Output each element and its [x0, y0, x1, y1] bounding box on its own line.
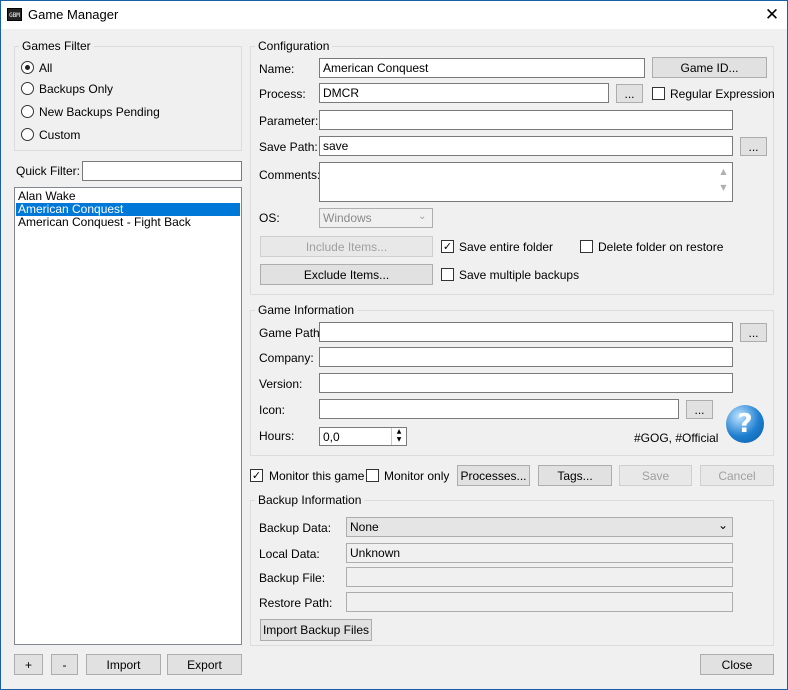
quick-filter-label: Quick Filter: [16, 164, 81, 178]
monitor-only-label[interactable]: Monitor only [384, 469, 449, 483]
game-path-browse-button[interactable]: ... [740, 323, 767, 342]
title-bar: GBM Game Manager ✕ [1, 1, 787, 29]
icon-input[interactable] [319, 399, 679, 419]
save-entire-folder-checkbox[interactable]: ✓ [441, 240, 454, 253]
filter-custom-radio[interactable] [21, 128, 34, 141]
configuration-legend: Configuration [255, 39, 333, 53]
local-data-field: Unknown [346, 543, 733, 563]
add-game-button[interactable]: + [14, 654, 43, 675]
backup-data-value: None [350, 520, 379, 534]
filter-all-label[interactable]: All [39, 61, 52, 75]
comments-label: Comments: [259, 168, 321, 182]
filter-new-backups-label[interactable]: New Backups Pending [39, 105, 160, 119]
backup-data-select[interactable]: None [346, 517, 733, 537]
chevron-down-icon: ⌄ [718, 518, 729, 532]
tags-button[interactable]: Tags... [538, 465, 612, 486]
app-icon: GBM [7, 8, 22, 21]
import-backup-files-button[interactable]: Import Backup Files [260, 619, 372, 641]
process-label: Process: [259, 87, 306, 101]
parameter-input[interactable] [319, 110, 733, 130]
backup-data-label: Backup Data: [259, 521, 332, 535]
company-label: Company: [259, 351, 314, 365]
version-label: Version: [259, 377, 303, 391]
close-button[interactable]: Close [700, 654, 774, 675]
processes-button[interactable]: Processes... [457, 465, 530, 486]
list-item[interactable]: American Conquest - Fight Back [16, 216, 240, 229]
backup-file-field [346, 567, 733, 587]
export-button[interactable]: Export [167, 654, 242, 675]
exclude-items-button[interactable]: Exclude Items... [260, 264, 433, 285]
process-browse-button[interactable]: ... [616, 84, 643, 103]
icon-browse-button[interactable]: ... [686, 400, 713, 419]
name-input[interactable]: American Conquest [319, 58, 645, 78]
game-path-label: Game Path: [259, 326, 324, 340]
include-items-button[interactable]: Include Items... [260, 236, 433, 257]
monitor-game-checkbox[interactable]: ✓ [250, 469, 263, 482]
game-id-button[interactable]: Game ID... [652, 57, 767, 78]
cancel-button[interactable]: Cancel [700, 465, 774, 486]
filter-backups-only-radio[interactable] [21, 82, 34, 95]
icon-label: Icon: [259, 403, 286, 417]
monitor-only-checkbox[interactable] [366, 469, 379, 482]
monitor-game-label[interactable]: Monitor this game [269, 469, 364, 483]
remove-game-button[interactable]: - [51, 654, 78, 675]
game-list[interactable]: Alan Wake American Conquest American Con… [14, 187, 242, 645]
delete-folder-label[interactable]: Delete folder on restore [598, 240, 723, 254]
restore-path-label: Restore Path: [259, 596, 333, 610]
game-information-legend: Game Information [255, 303, 358, 317]
hours-spinner-arrows[interactable]: ▲ ▼ [391, 428, 406, 445]
parameter-label: Parameter: [259, 114, 319, 128]
close-icon[interactable]: ✕ [759, 4, 785, 26]
comments-scrollbar[interactable]: ▲ ▼ [716, 164, 731, 200]
save-multiple-label[interactable]: Save multiple backups [459, 268, 579, 282]
window-title: Game Manager [28, 7, 119, 22]
filter-backups-only-label[interactable]: Backups Only [39, 82, 113, 96]
save-path-input[interactable]: save [319, 136, 733, 156]
save-path-browse-button[interactable]: ... [740, 137, 767, 156]
restore-path-field [346, 592, 733, 612]
filter-all-radio[interactable] [21, 61, 34, 74]
hours-value: 0,0 [323, 430, 340, 444]
process-input[interactable]: DMCR [319, 83, 609, 103]
save-button[interactable]: Save [619, 465, 692, 486]
version-input[interactable] [319, 373, 733, 393]
regex-label[interactable]: Regular Expression [670, 87, 775, 101]
hours-label: Hours: [259, 429, 295, 443]
game-path-input[interactable] [319, 322, 733, 342]
os-select[interactable]: Windows [319, 208, 433, 228]
company-input[interactable] [319, 347, 733, 367]
chevron-down-icon: ⌄ [418, 211, 427, 222]
comments-textarea[interactable] [319, 162, 733, 202]
os-label: OS: [259, 211, 280, 225]
tags-text: #GOG, #Official [634, 431, 719, 445]
quick-filter-input[interactable] [82, 161, 242, 181]
regex-checkbox[interactable] [652, 87, 665, 100]
games-filter-legend: Games Filter [19, 39, 94, 53]
os-value: Windows [323, 211, 372, 225]
save-path-label: Save Path: [259, 140, 318, 154]
import-button[interactable]: Import [86, 654, 161, 675]
local-data-label: Local Data: [259, 547, 320, 561]
save-entire-folder-label[interactable]: Save entire folder [459, 240, 553, 254]
save-multiple-checkbox[interactable] [441, 268, 454, 281]
delete-folder-checkbox[interactable] [580, 240, 593, 253]
filter-custom-label[interactable]: Custom [39, 128, 80, 142]
help-icon[interactable]: ? [726, 405, 764, 443]
name-label: Name: [259, 62, 295, 76]
backup-file-label: Backup File: [259, 571, 326, 585]
backup-information-legend: Backup Information [255, 493, 365, 507]
filter-new-backups-radio[interactable] [21, 105, 34, 118]
